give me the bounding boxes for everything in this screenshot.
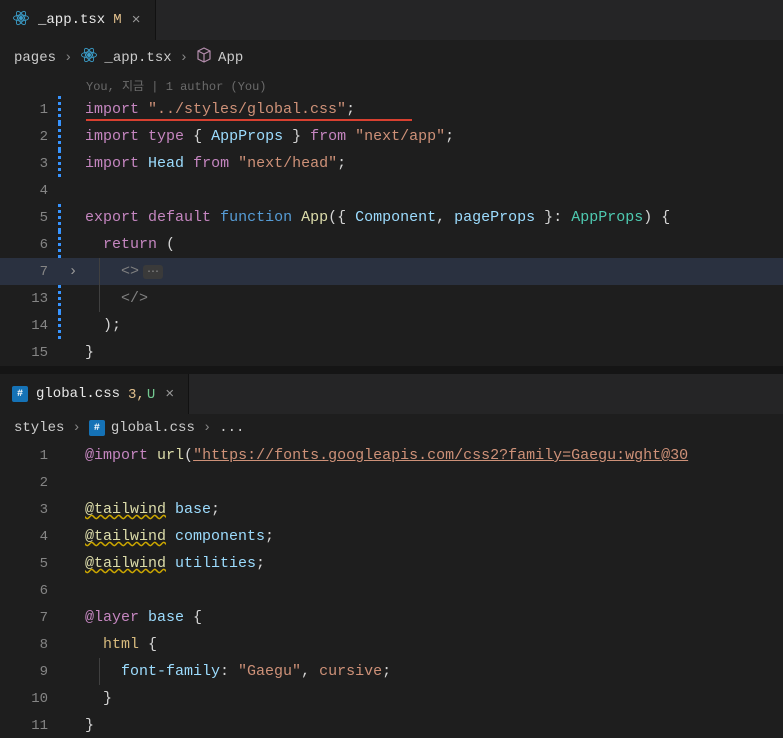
breadcrumb-seg[interactable]: pages: [14, 50, 56, 66]
line-number: 3: [0, 502, 58, 518]
chevron-right-icon: ›: [64, 50, 72, 66]
breadcrumb-seg[interactable]: styles: [14, 420, 64, 436]
line-number: 1: [0, 102, 58, 118]
tab-app-tsx[interactable]: _app.tsx M ×: [0, 0, 156, 40]
line-number: 6: [0, 583, 58, 599]
folded-code-icon[interactable]: ⋯: [143, 265, 163, 279]
symbol-icon: [196, 47, 212, 68]
breadcrumb-seg[interactable]: App: [196, 47, 243, 68]
line-number: 7: [0, 264, 58, 280]
tab-filename: global.css: [36, 386, 120, 402]
line-number: 3: [0, 156, 58, 172]
line-number: 5: [0, 556, 58, 572]
line-number: 6: [0, 237, 58, 253]
line-number: 4: [0, 183, 58, 199]
editor-pane-bottom: # global.css 3,U × styles › # global.css…: [0, 374, 783, 738]
react-icon: [80, 46, 98, 69]
react-icon: [12, 9, 30, 32]
fold-collapsed-icon[interactable]: ›: [65, 263, 81, 280]
code-editor[interactable]: 1import "../styles/global.css"; 2import …: [0, 96, 783, 366]
tab-git-status: U: [147, 387, 155, 403]
breadcrumb-seg[interactable]: _app.tsx: [80, 46, 171, 69]
code-editor[interactable]: 1@import url("https://fonts.googleapis.c…: [0, 442, 783, 738]
line-number: 15: [0, 345, 58, 361]
line-number: 5: [0, 210, 58, 226]
chevron-right-icon: ›: [72, 420, 80, 436]
tab-bar: _app.tsx M ×: [0, 0, 783, 40]
breadcrumb-seg[interactable]: # global.css: [89, 420, 195, 436]
css-icon: #: [89, 420, 105, 436]
line-number: 7: [0, 610, 58, 626]
close-icon[interactable]: ×: [130, 12, 143, 29]
breadcrumb: pages › _app.tsx › App: [0, 40, 783, 75]
breadcrumb: styles › # global.css › ...: [0, 414, 783, 442]
line-number: 8: [0, 637, 58, 653]
editor-pane-top: _app.tsx M × pages › _app.tsx › App You,…: [0, 0, 783, 366]
line-number: 2: [0, 129, 58, 145]
line-number: 9: [0, 664, 58, 680]
line-number: 4: [0, 529, 58, 545]
chevron-right-icon: ›: [203, 420, 211, 436]
line-number: 1: [0, 448, 58, 464]
tab-bar: # global.css 3,U ×: [0, 374, 783, 414]
line-number: 11: [0, 718, 58, 734]
line-number: 10: [0, 691, 58, 707]
tab-git-status: M: [113, 12, 121, 28]
line-number: 13: [0, 291, 58, 307]
breadcrumb-seg[interactable]: ...: [219, 420, 244, 436]
css-icon: #: [12, 386, 28, 402]
chevron-right-icon: ›: [180, 50, 188, 66]
pane-divider[interactable]: [0, 366, 783, 374]
line-number: 14: [0, 318, 58, 334]
tab-filename: _app.tsx: [38, 12, 105, 28]
tab-global-css[interactable]: # global.css 3,U ×: [0, 374, 189, 414]
tab-problem-count: 3,: [128, 387, 145, 403]
close-icon[interactable]: ×: [163, 386, 176, 403]
gitlens-annotation: You, 지금 | 1 author (You): [0, 75, 783, 96]
line-number: 2: [0, 475, 58, 491]
